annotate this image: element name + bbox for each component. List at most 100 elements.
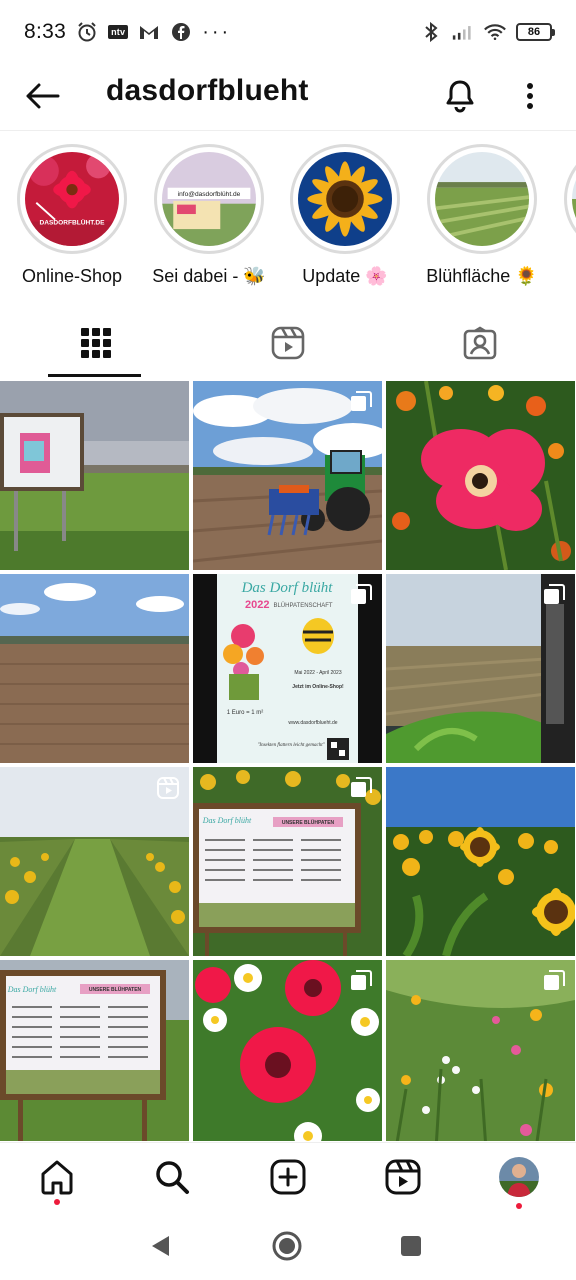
highlight-sei-dabei[interactable]: info@dasdorfblüht.de Sei dabei - 🐝 <box>144 144 274 287</box>
profile-avatar <box>499 1157 539 1197</box>
grid-tab[interactable] <box>0 306 192 380</box>
svg-text:Das Dorf blüht: Das Dorf blüht <box>241 580 334 596</box>
post-image <box>0 574 189 763</box>
status-time: 8:33 <box>24 20 67 43</box>
highlight-partial[interactable]: Bl <box>554 144 576 287</box>
svg-text:Das Dorf blüht: Das Dorf blüht <box>202 816 252 825</box>
nav-profile[interactable] <box>489 1151 549 1209</box>
battery-indicator: 86 <box>516 23 555 41</box>
reel-badge-icon <box>157 777 179 799</box>
svg-text:info@dasdorfblüht.de: info@dasdorfblüht.de <box>178 191 241 198</box>
more-dots-icon: ··· <box>202 20 232 43</box>
story-highlights: DASDORFBLÜHT.DE Online-Shop info@dasdorf… <box>0 140 576 300</box>
profile-header: dasdorfblueht <box>0 64 576 130</box>
system-back-button[interactable] <box>138 1226 182 1266</box>
svg-text:Mai 2022 - April 2023: Mai 2022 - April 2023 <box>294 670 341 676</box>
post-flowers[interactable] <box>193 960 382 1141</box>
nav-reels[interactable] <box>373 1151 433 1203</box>
create-icon <box>270 1159 306 1195</box>
svg-text:UNSERE BLÜHPATEN: UNSERE BLÜHPATEN <box>282 819 335 826</box>
nav-search[interactable] <box>142 1151 202 1203</box>
post-image <box>386 767 575 956</box>
post-image <box>0 381 189 570</box>
carousel-icon <box>351 970 372 990</box>
post-image <box>386 381 575 570</box>
search-icon <box>156 1161 189 1194</box>
highlight-update[interactable]: Update 🌸 <box>280 144 410 287</box>
post-tractor[interactable] <box>193 381 382 570</box>
svg-text:1 Euro = 1 m²: 1 Euro = 1 m² <box>227 710 264 716</box>
active-tab-indicator <box>48 374 141 377</box>
gmail-icon <box>138 21 160 43</box>
highlight-image <box>435 152 529 246</box>
highlight-bluehflaeche[interactable]: Blühfläche 🌻 <box>417 144 547 287</box>
carousel-icon <box>544 970 565 990</box>
svg-text:Das Dorf blüht: Das Dorf blüht <box>7 985 57 994</box>
svg-text:Jetzt im Online-Shop!: Jetzt im Online-Shop! <box>292 684 344 690</box>
svg-text:DASDORFBLÜHT.DE: DASDORFBLÜHT.DE <box>39 217 105 226</box>
post-sunflowers[interactable] <box>386 767 575 956</box>
back-triangle-icon <box>152 1236 169 1256</box>
post-sunflower-row[interactable] <box>0 767 189 956</box>
system-home-button[interactable] <box>265 1226 309 1266</box>
back-button[interactable] <box>18 72 66 120</box>
post-poster[interactable]: Das Dorf blüht 2022 BLÜHPATENSCHAFT 1 Eu… <box>193 574 382 763</box>
post-field[interactable] <box>0 574 189 763</box>
svg-text:2022: 2022 <box>245 599 269 611</box>
post-tractor-cab[interactable] <box>386 574 575 763</box>
signal-icon <box>452 21 474 43</box>
svg-text:www.dasdorfblueht.de: www.dasdorfblueht.de <box>288 720 337 726</box>
profile-username: dasdorfblueht <box>106 74 309 107</box>
highlight-online-shop[interactable]: DASDORFBLÜHT.DE Online-Shop <box>7 144 137 287</box>
svg-text:UNSERE BLÜHPATEN: UNSERE BLÜHPATEN <box>89 986 142 993</box>
highlight-label: Online-Shop <box>21 266 123 286</box>
tagged-tab[interactable] <box>384 306 576 380</box>
post-meadow[interactable] <box>386 960 575 1141</box>
more-vertical-icon <box>527 83 533 109</box>
bell-icon <box>446 80 474 113</box>
post-poppy[interactable] <box>386 381 575 570</box>
highlight-label: Bl <box>554 266 576 287</box>
carousel-icon <box>544 584 565 604</box>
options-button[interactable] <box>506 72 554 120</box>
carousel-icon <box>351 777 372 797</box>
post-sign[interactable] <box>0 381 189 570</box>
highlight-label: Sei dabei - 🐝 <box>152 266 266 286</box>
post-board-2[interactable]: Das Dorf blüht UNSERE BLÜHPATEN <box>0 960 189 1141</box>
highlight-image: DASDORFBLÜHT.DE <box>25 152 119 246</box>
status-bar: 8:33 ntv ··· 86 <box>0 0 576 64</box>
bottom-navigation <box>0 1142 576 1210</box>
profile-tabs <box>0 306 576 380</box>
highlight-image: info@dasdorfblüht.de <box>162 152 256 246</box>
notification-dot <box>516 1203 522 1209</box>
back-arrow-icon <box>26 83 60 109</box>
post-image: Das Dorf blüht UNSERE BLÜHPATEN <box>0 960 189 1141</box>
carousel-icon <box>351 584 372 604</box>
bluetooth-icon <box>420 21 442 43</box>
svg-text:"Insekten flattern leicht gema: "Insekten flattern leicht gemacht" <box>257 743 325 748</box>
reels-icon <box>385 1159 421 1195</box>
header-divider <box>0 130 576 131</box>
facebook-icon <box>170 21 192 43</box>
tagged-icon <box>463 326 497 360</box>
highlight-label: Update 🌸 <box>302 266 388 286</box>
wifi-icon <box>484 21 506 43</box>
reels-icon <box>271 326 305 360</box>
nav-home[interactable] <box>27 1151 87 1205</box>
reels-tab[interactable] <box>192 306 384 380</box>
home-icon <box>41 1160 73 1195</box>
grid-icon <box>81 328 111 358</box>
recents-square-icon <box>401 1236 421 1256</box>
ntv-icon: ntv <box>108 25 129 39</box>
post-board[interactable]: Das Dorf blüht UNSERE BLÜHPATEN <box>193 767 382 956</box>
highlight-image <box>298 152 392 246</box>
alarm-icon <box>76 21 98 43</box>
nav-create[interactable] <box>258 1151 318 1203</box>
highlight-label: Blühfläche 🌻 <box>426 266 538 286</box>
highlight-image <box>572 152 576 246</box>
system-recents-button[interactable] <box>389 1226 433 1266</box>
home-circle-icon <box>272 1231 302 1261</box>
notifications-button[interactable] <box>436 72 484 120</box>
system-navigation <box>0 1210 576 1280</box>
carousel-icon <box>351 391 372 411</box>
